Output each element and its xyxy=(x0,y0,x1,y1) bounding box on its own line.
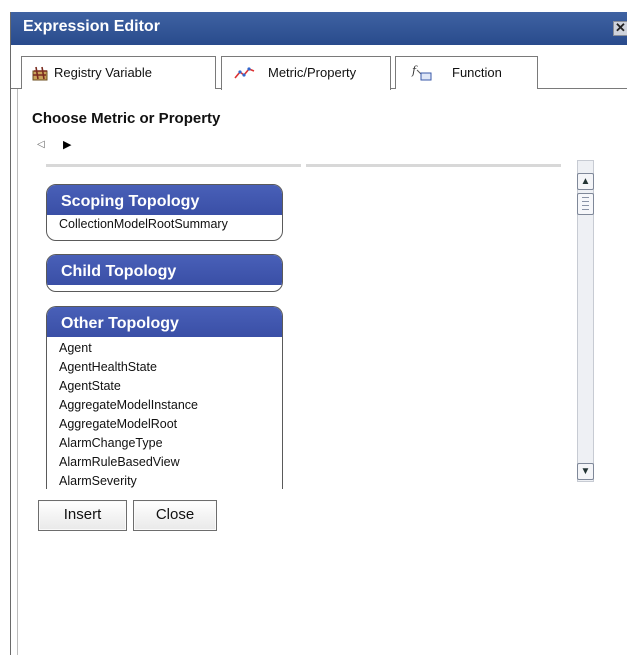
tab-label: Registry Variable xyxy=(54,65,153,80)
child-topology-group: Child Topology xyxy=(46,254,283,292)
registry-icon xyxy=(32,66,48,81)
other-topology-group: Other Topology Agent AgentHealthState Ag… xyxy=(46,306,283,489)
close-icon[interactable]: ✕ xyxy=(613,21,627,36)
group-title: Child Topology xyxy=(47,255,282,285)
list-item[interactable]: AggregateModelRoot xyxy=(47,415,282,434)
group-title: Scoping Topology xyxy=(47,185,282,215)
close-button[interactable]: Close xyxy=(133,500,217,531)
column-header-right xyxy=(306,164,561,167)
tab-metric-property[interactable]: Metric/Property xyxy=(221,56,391,90)
list-item[interactable]: AlarmSeverity xyxy=(47,472,282,489)
title-bar[interactable]: Expression Editor ✕ xyxy=(11,12,627,45)
insert-button[interactable]: Insert xyxy=(38,500,127,531)
page-heading: Choose Metric or Property xyxy=(32,110,221,127)
window-title: Expression Editor xyxy=(23,18,160,35)
list-item[interactable]: Agent xyxy=(47,339,282,358)
function-icon: f xyxy=(411,64,432,81)
scoping-topology-group: Scoping Topology CollectionModelRootSumm… xyxy=(46,184,283,241)
list-item[interactable]: CollectionModelRootSummary xyxy=(47,215,282,234)
list-item[interactable]: AgentState xyxy=(47,377,282,396)
scroll-down-button[interactable]: ▼ xyxy=(577,463,594,480)
scroll-up-button[interactable]: ▲ xyxy=(577,173,594,190)
tab-label: Metric/Property xyxy=(268,65,357,80)
tab-label: Function xyxy=(452,65,502,80)
back-arrow-icon[interactable]: ◁ xyxy=(37,139,45,150)
vertical-scrollbar[interactable]: ▲ ▼ xyxy=(577,160,594,482)
column-header-left xyxy=(46,164,301,167)
metric-chart-icon xyxy=(234,67,255,79)
list-item[interactable]: AlarmChangeType xyxy=(47,434,282,453)
list-item[interactable]: AggregateModelInstance xyxy=(47,396,282,415)
tab-function[interactable]: f Function xyxy=(395,56,538,89)
group-title: Other Topology xyxy=(47,307,282,337)
scroll-thumb[interactable] xyxy=(577,193,594,215)
forward-arrow-icon[interactable]: ▶ xyxy=(63,138,71,151)
list-item[interactable]: AgentHealthState xyxy=(47,358,282,377)
tab-registry-variable[interactable]: Registry Variable xyxy=(21,56,216,89)
list-item[interactable]: AlarmRuleBasedView xyxy=(47,453,282,472)
